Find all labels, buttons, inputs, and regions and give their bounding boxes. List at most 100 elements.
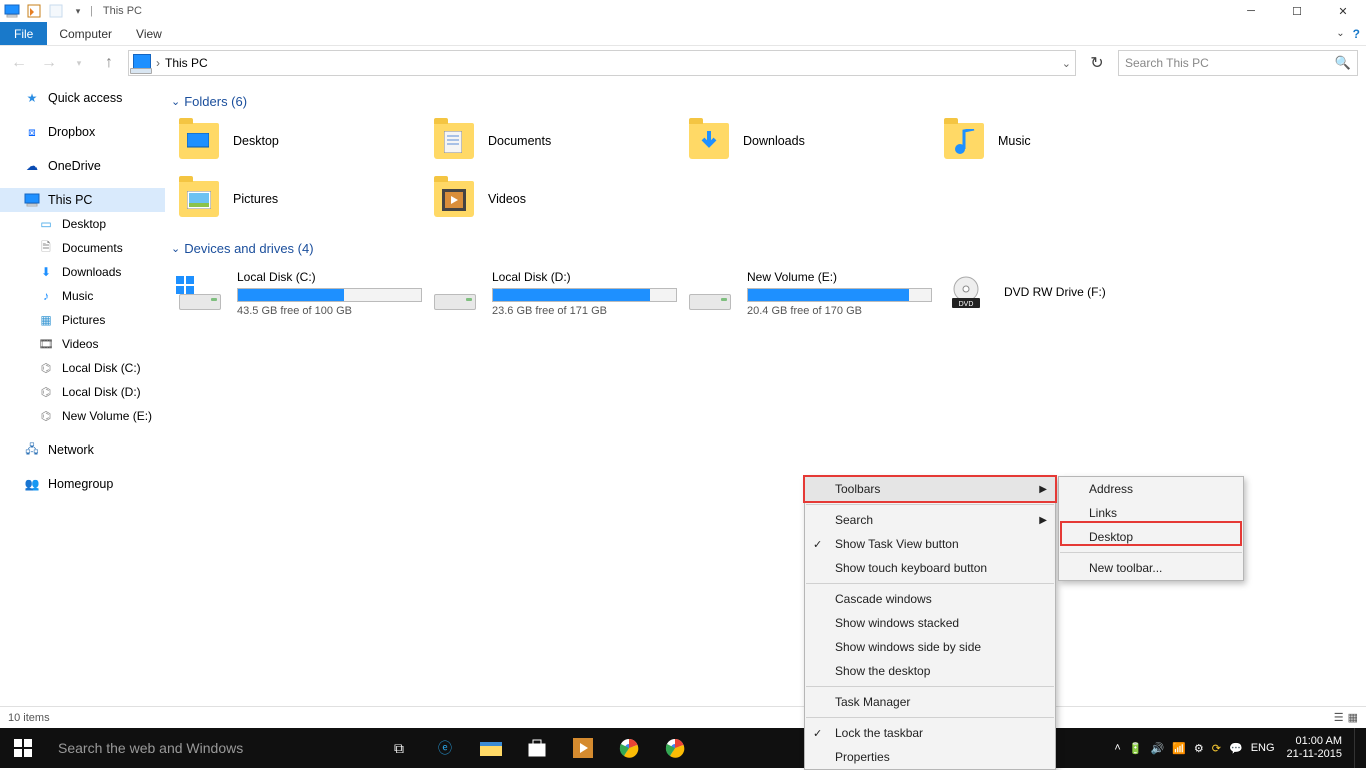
submenu-arrow-icon: ▶ [1039,515,1047,526]
sidebar-network[interactable]: 🖧Network [0,438,165,462]
show-desktop-button[interactable] [1354,728,1360,768]
sub-address[interactable]: Address [1059,477,1243,501]
edge-icon[interactable]: ⓔ [422,728,468,768]
clock[interactable]: 01:00 AM 21-11-2015 [1283,735,1346,761]
sidebar-dropbox[interactable]: ⧈ Dropbox [0,120,165,144]
folders-group-header[interactable]: ⌄ Folders (6) [169,88,1362,119]
task-view-button[interactable]: ⧉ [376,728,422,768]
sync-tray-icon[interactable]: ⟳ [1212,742,1221,755]
nav-up-button[interactable]: ↑ [98,52,120,74]
drive-icon: ⌬ [38,408,54,424]
folder-music[interactable]: Music [934,119,1189,163]
computer-tab[interactable]: Computer [47,22,124,45]
address-dropdown-icon[interactable]: ⌄ [1062,57,1071,70]
media-player-icon[interactable] [560,728,606,768]
drive-dvd-f[interactable]: DVD DVD RW Drive (F:) [934,266,1189,321]
ctx-show-touch-keyboard[interactable]: Show touch keyboard button [805,556,1055,580]
folder-documents[interactable]: Documents [424,119,679,163]
window-title: This PC [97,5,142,17]
ctx-show-task-view[interactable]: ✓Show Task View button [805,532,1055,556]
breadcrumb-thispc[interactable]: This PC [165,56,208,70]
sidebar-this-pc[interactable]: This PC [0,188,165,212]
address-bar[interactable]: › This PC ⌄ [128,50,1076,76]
folder-desktop[interactable]: Desktop [169,119,424,163]
new-folder-qat-icon[interactable] [48,3,64,19]
view-details-button[interactable]: ☰ [1334,711,1344,724]
volume-icon[interactable]: 🔊 [1151,742,1165,755]
sidebar-downloads[interactable]: ⬇Downloads [0,260,165,284]
maximize-button[interactable]: ☐ [1274,0,1320,22]
toolbars-submenu: Address Links Desktop New toolbar... [1058,476,1244,581]
sidebar-new-volume-e[interactable]: ⌬New Volume (E:) [0,404,165,428]
view-tab[interactable]: View [124,22,174,45]
nav-forward-button[interactable]: → [38,52,60,74]
sub-desktop[interactable]: Desktop [1059,525,1243,549]
submenu-arrow-icon: ▶ [1039,484,1047,495]
ctx-side-by-side[interactable]: Show windows side by side [805,635,1055,659]
drive-d[interactable]: Local Disk (D:) 23.6 GB free of 171 GB [424,266,679,321]
sidebar-thispc-label: This PC [48,193,92,207]
sidebar-videos[interactable]: 🎞Videos [0,332,165,356]
taskbar[interactable]: Search the web and Windows ⧉ ⓔ ˄ 🔋 🔊 📶 ⚙… [0,728,1366,768]
close-button[interactable]: ✕ [1320,0,1366,22]
refresh-button[interactable]: ↻ [1084,50,1110,76]
settings-tray-icon[interactable]: ⚙ [1194,742,1204,755]
music-folder-icon [944,123,984,159]
ctx-lock-taskbar[interactable]: ✓Lock the taskbar [805,721,1055,745]
nav-recent-dropdown[interactable]: ▾ [68,52,90,74]
properties-qat-icon[interactable] [26,3,42,19]
nav-back-button[interactable]: ← [8,52,30,74]
view-icons-button[interactable]: ▦ [1348,711,1358,724]
sidebar-onedrive[interactable]: ☁ OneDrive [0,154,165,178]
chrome-icon-2[interactable] [652,728,698,768]
star-icon: ★ [24,90,40,106]
ctx-search[interactable]: Search▶ [805,508,1055,532]
sub-new-toolbar[interactable]: New toolbar... [1059,556,1243,580]
ctx-toolbars[interactable]: Toolbars▶ [805,477,1055,501]
action-center-icon[interactable]: 💬 [1229,742,1243,755]
search-input[interactable]: Search This PC 🔍 [1118,50,1358,76]
wifi-icon[interactable]: 📶 [1172,742,1186,755]
sub-links[interactable]: Links [1059,501,1243,525]
sidebar-dropbox-label: Dropbox [48,125,95,139]
sidebar-quick-access[interactable]: ★ Quick access [0,86,165,110]
sidebar-desktop[interactable]: ▭Desktop [0,212,165,236]
sidebar-homegroup[interactable]: 👥Homegroup [0,472,165,496]
ctx-stacked[interactable]: Show windows stacked [805,611,1055,635]
taskbar-search-input[interactable]: Search the web and Windows [46,728,376,768]
title-bar: ▾ | This PC ─ ☐ ✕ [0,0,1366,22]
start-button[interactable] [0,728,46,768]
nav-row: ← → ▾ ↑ › This PC ⌄ ↻ Search This PC 🔍 [0,46,1366,80]
tray-up-icon[interactable]: ˄ [1114,742,1120,754]
breadcrumb-sep-icon[interactable]: › [151,56,165,70]
folder-videos[interactable]: Videos [424,177,679,221]
chrome-icon[interactable] [606,728,652,768]
battery-icon[interactable]: 🔋 [1129,742,1143,755]
drive-c[interactable]: Local Disk (C:) 43.5 GB free of 100 GB [169,266,424,321]
music-icon: ♪ [38,288,54,304]
sidebar-pictures[interactable]: ▦Pictures [0,308,165,332]
drives-grid: Local Disk (C:) 43.5 GB free of 100 GB L… [169,266,1362,331]
file-explorer-icon[interactable] [468,728,514,768]
drives-group-header[interactable]: ⌄ Devices and drives (4) [169,235,1362,266]
ctx-properties[interactable]: Properties [805,745,1055,769]
file-tab[interactable]: File [0,22,47,45]
sidebar-documents[interactable]: 🗎Documents [0,236,165,260]
sidebar-music[interactable]: ♪Music [0,284,165,308]
sidebar-local-d[interactable]: ⌬Local Disk (D:) [0,380,165,404]
store-icon[interactable] [514,728,560,768]
help-icon[interactable]: ? [1353,27,1360,41]
ctx-task-manager[interactable]: Task Manager [805,690,1055,714]
minimize-button[interactable]: ─ [1228,0,1274,22]
drive-icon [434,278,476,310]
folder-pictures[interactable]: Pictures [169,177,424,221]
ctx-cascade[interactable]: Cascade windows [805,587,1055,611]
ribbon-expand-icon[interactable]: ⌄ [1336,28,1344,39]
folder-downloads[interactable]: Downloads [679,119,934,163]
drive-e[interactable]: New Volume (E:) 20.4 GB free of 170 GB [679,266,934,321]
qat-dropdown-icon[interactable]: ▾ [70,3,86,19]
taskbar-apps: ⧉ ⓔ [376,728,698,768]
language-indicator[interactable]: ENG [1251,742,1275,754]
sidebar-local-c[interactable]: ⌬Local Disk (C:) [0,356,165,380]
ctx-show-desktop[interactable]: Show the desktop [805,659,1055,683]
